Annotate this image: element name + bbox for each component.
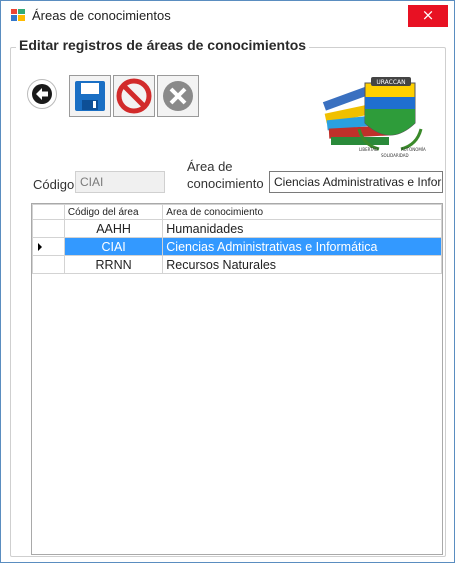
back-arrow-icon [32, 84, 52, 104]
uraccan-logo: URACCAN LIBERTAD AUTONOMÍA SOLIDARIDAD [322, 77, 426, 158]
area-label-line1: Área de [187, 159, 233, 174]
row-header[interactable] [32, 237, 65, 256]
save-button[interactable] [69, 75, 111, 117]
back-button[interactable] [27, 79, 57, 109]
delete-icon [163, 81, 193, 111]
current-row-arrow-icon [38, 243, 42, 251]
cell-codigo[interactable]: AAHH [63, 219, 164, 238]
save-icon [75, 81, 105, 111]
grid-table: Código del área Area de conocimiento AAH… [32, 204, 442, 274]
row-header[interactable] [32, 255, 65, 274]
cancel-button[interactable] [113, 75, 155, 117]
codigo-field[interactable]: CIAI [75, 171, 165, 193]
app-icon [11, 9, 25, 21]
grid-header-row: Código del área Area de conocimiento [32, 204, 442, 220]
cell-area[interactable]: Humanidades [162, 219, 442, 238]
cell-codigo[interactable]: CIAI [63, 237, 164, 256]
svg-text:URACCAN: URACCAN [376, 79, 405, 86]
main-window: Áreas de conocimientos × Editar registro… [0, 0, 455, 563]
row-header-corner [32, 204, 65, 220]
table-row[interactable]: RRNN Recursos Naturales [32, 255, 442, 274]
column-header-codigo[interactable]: Código del área [63, 204, 164, 220]
svg-text:SOLIDARIDAD: SOLIDARIDAD [381, 153, 409, 158]
title-bar: Áreas de conocimientos × [1, 1, 454, 31]
svg-text:LIBERTAD: LIBERTAD [359, 147, 378, 152]
column-header-area[interactable]: Area de conocimiento [162, 204, 442, 220]
table-row[interactable]: AAHH Humanidades [32, 219, 442, 238]
window-title: Áreas de conocimientos [32, 8, 171, 23]
areas-data-grid[interactable]: Código del área Area de conocimiento AAH… [31, 203, 443, 555]
group-title: Editar registros de áreas de conocimient… [16, 37, 310, 53]
client-area: Editar registros de áreas de conocimient… [1, 31, 454, 562]
close-button[interactable]: × [408, 5, 448, 27]
cell-area[interactable]: Ciencias Administrativas e Informática [162, 237, 442, 256]
area-field[interactable]: Ciencias Administrativas e Informática [269, 171, 443, 193]
area-label-line2: conocimiento [187, 176, 264, 191]
cancel-icon [116, 78, 152, 114]
svg-text:AUTONOMÍA: AUTONOMÍA [401, 147, 426, 152]
delete-button[interactable] [157, 75, 199, 117]
cell-area[interactable]: Recursos Naturales [162, 255, 442, 274]
cell-codigo[interactable]: RRNN [63, 255, 164, 274]
codigo-label: Código [33, 177, 75, 192]
row-header[interactable] [32, 219, 65, 238]
table-row-selected[interactable]: CIAI Ciencias Administrativas e Informát… [32, 237, 442, 256]
